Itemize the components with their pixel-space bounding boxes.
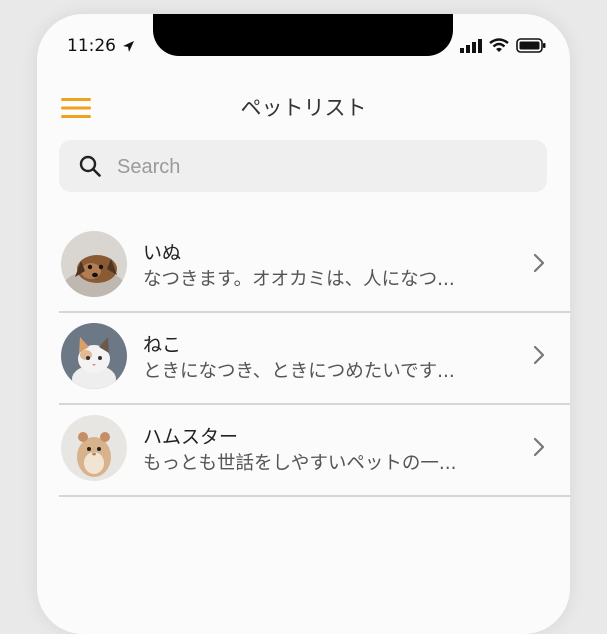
pet-row-dog[interactable]: いぬ なつきます。オオカミは、人になつ... (59, 221, 570, 313)
pet-description: もっとも世話をしやすいペットの一... (143, 453, 457, 474)
phone-screen: 11:26 ペットリスト Search いぬ なつきます。オオカミは、人になつ.… (37, 14, 570, 634)
chevron-right-icon (533, 345, 545, 365)
cat-avatar (61, 323, 127, 389)
chevron-right-icon (533, 253, 545, 273)
battery-icon (516, 38, 546, 53)
pet-name: ハムスター (143, 426, 239, 448)
search-bar[interactable] (59, 140, 547, 192)
search-input[interactable] (115, 150, 529, 184)
hamster-avatar (61, 415, 127, 481)
signal-icon (460, 38, 482, 53)
pet-description: なつきます。オオカミは、人になつ... (143, 269, 455, 290)
pet-row-cat[interactable]: ねこ ときになつき、ときにつめたいです... (59, 313, 570, 405)
search-icon (79, 155, 101, 177)
pet-name: ねこ (143, 334, 182, 356)
location-arrow-icon (123, 40, 134, 52)
pet-description: ときになつき、ときにつめたいです... (143, 361, 455, 382)
chevron-right-icon (533, 437, 545, 457)
status-time: 11:26 (67, 36, 135, 56)
device-notch (153, 14, 453, 56)
pet-row-hamster[interactable]: ハムスター もっとも世話をしやすいペットの一... (59, 405, 570, 497)
pet-list: いぬ なつきます。オオカミは、人になつ... ねこ ときになつき、ときにつめたい… (59, 221, 570, 497)
pet-name: いぬ (143, 242, 182, 264)
dog-avatar (61, 231, 127, 297)
nav-header: ペットリスト (37, 88, 570, 128)
status-time-text: 11:26 (67, 36, 116, 56)
status-icons (460, 38, 546, 53)
wifi-icon (489, 38, 509, 52)
page-title: ペットリスト (240, 96, 367, 120)
